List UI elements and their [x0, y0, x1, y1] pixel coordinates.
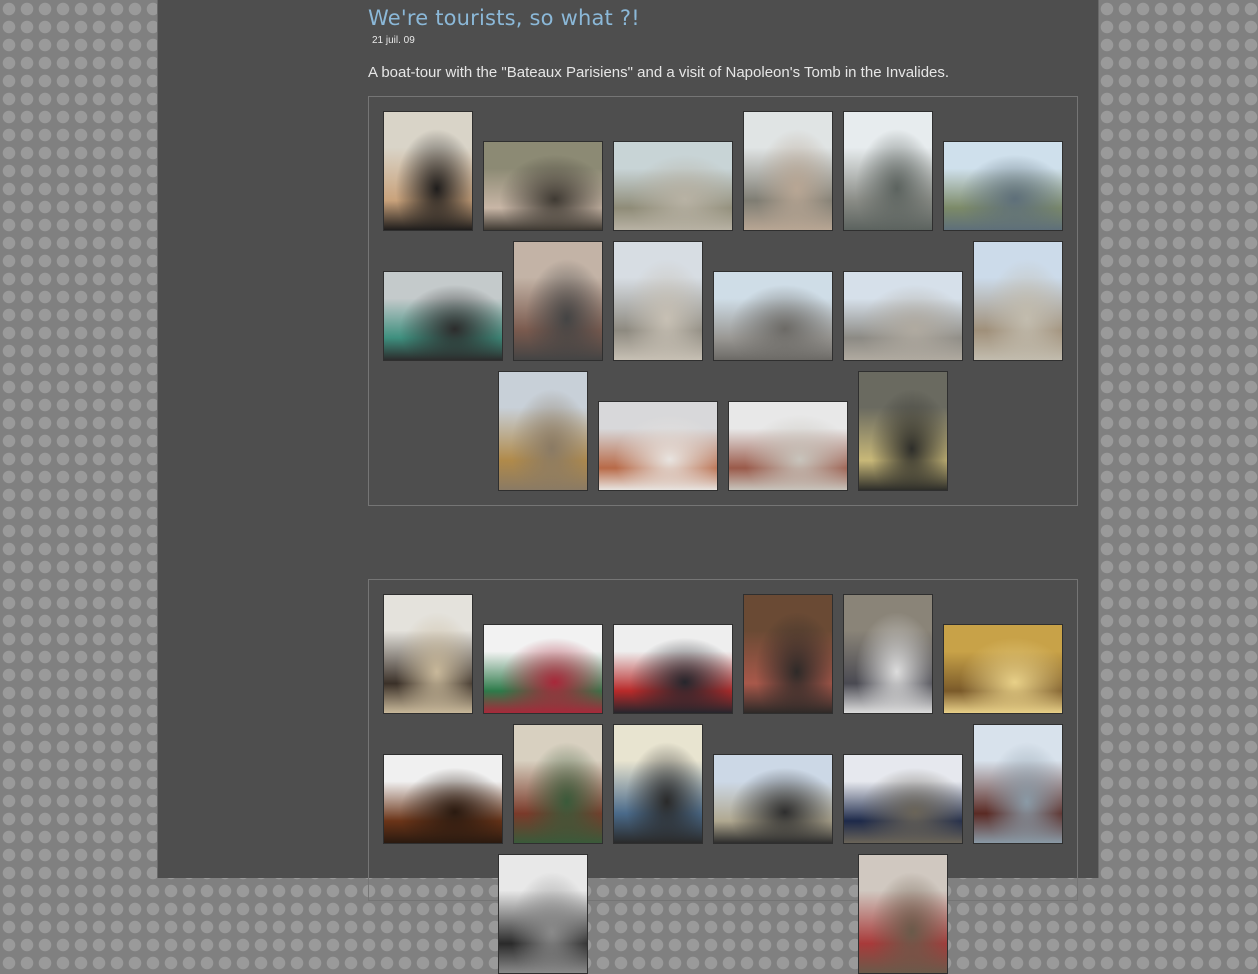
gallery-2-thumbnail-14[interactable] [858, 854, 948, 974]
gallery-2-thumbnail-3[interactable] [613, 624, 733, 714]
gallery-1-thumbnail-12[interactable] [973, 241, 1063, 361]
gallery-2-thumbnail-6[interactable] [943, 624, 1063, 714]
post-description: A boat-tour with the "Bateaux Parisiens"… [368, 64, 950, 81]
gallery-2-thumbnail-9[interactable] [613, 724, 703, 844]
gallery-2-thumbnail-5[interactable] [843, 594, 933, 714]
gallery-2-thumbnail-4[interactable] [743, 594, 833, 714]
gallery-1-thumbnail-10[interactable] [713, 271, 833, 361]
gallery-2-thumbnail-2[interactable] [483, 624, 603, 714]
photo-gallery-2 [368, 579, 1078, 974]
gallery-2-thumbnail-12[interactable] [973, 724, 1063, 844]
post-title[interactable]: We're tourists, so what ?! [368, 6, 640, 30]
gallery-2-thumbnail-13[interactable] [498, 854, 588, 974]
gallery-1-thumbnail-16[interactable] [858, 371, 948, 491]
gallery-2-thumbnail-11[interactable] [843, 754, 963, 844]
gallery-1-thumbnail-1[interactable] [383, 111, 473, 231]
gallery-1-thumbnail-4[interactable] [743, 111, 833, 231]
gallery-2-thumbnail-10[interactable] [713, 754, 833, 844]
gallery-1-thumbnail-6[interactable] [943, 141, 1063, 231]
gallery-1-thumbnail-9[interactable] [613, 241, 703, 361]
gallery-1-thumbnail-7[interactable] [383, 271, 503, 361]
gallery-1-thumbnail-5[interactable] [843, 111, 933, 231]
gallery-1-thumbnail-14[interactable] [598, 401, 718, 491]
gallery-2-thumbnail-8[interactable] [513, 724, 603, 844]
gallery-1-thumbnail-15[interactable] [728, 401, 848, 491]
post-date: 21 juil. 09 [372, 35, 415, 46]
gallery-1-thumbnail-2[interactable] [483, 141, 603, 231]
gallery-2-thumbnail-1[interactable] [383, 594, 473, 714]
gallery-2-thumbnail-7[interactable] [383, 754, 503, 844]
gallery-1-thumbnail-11[interactable] [843, 271, 963, 361]
gallery-1-thumbnail-8[interactable] [513, 241, 603, 361]
gallery-1-thumbnail-3[interactable] [613, 141, 733, 231]
gallery-1-thumbnail-13[interactable] [498, 371, 588, 491]
photo-gallery-1 [368, 96, 1078, 506]
